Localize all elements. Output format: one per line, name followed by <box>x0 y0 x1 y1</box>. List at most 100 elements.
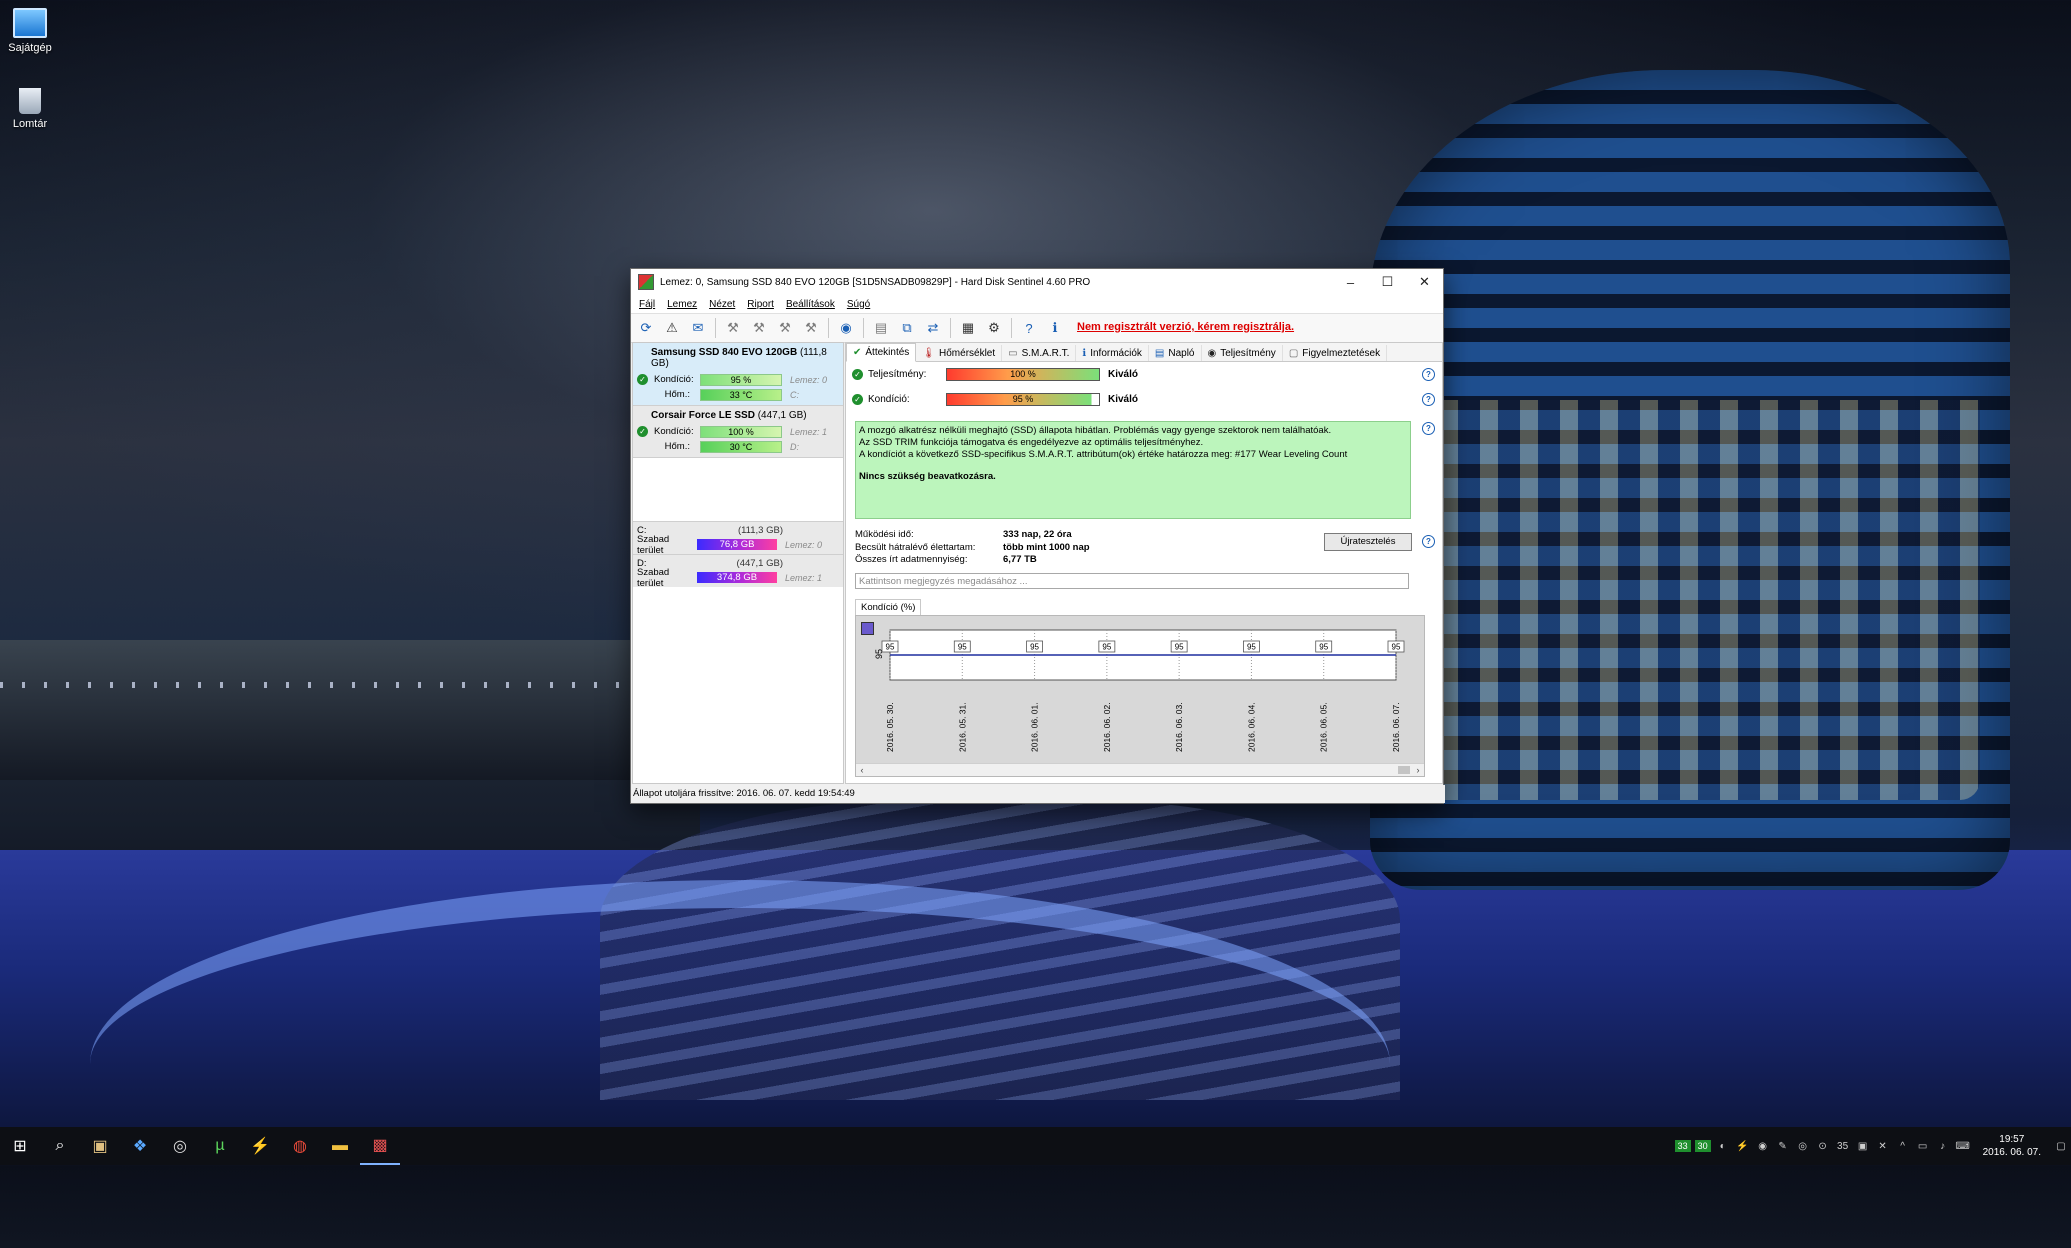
condition-label: Kondíció: <box>868 393 910 405</box>
chart-icon[interactable]: ▦ <box>957 317 979 339</box>
search-icon[interactable]: ⌕ <box>40 1127 80 1165</box>
network-icon[interactable]: ⇄ <box>922 317 944 339</box>
chrome-icon[interactable]: ◍ <box>280 1127 320 1165</box>
tray-app-icon[interactable]: ✎ <box>1774 1127 1792 1165</box>
tab-log[interactable]: ▤ Napló <box>1149 345 1202 361</box>
maximize-button[interactable]: ☐ <box>1369 269 1406 295</box>
chevron-up-icon[interactable]: ^ <box>1894 1127 1912 1165</box>
check-icon: ✔ <box>853 347 862 358</box>
media-icon[interactable]: ◎ <box>160 1127 200 1165</box>
retest-button[interactable]: Újratesztelés <box>1324 533 1412 551</box>
tray-app-icon[interactable]: ✕ <box>1874 1127 1892 1165</box>
scroll-thumb[interactable] <box>1398 766 1410 774</box>
winamp-icon[interactable]: ⚡ <box>240 1127 280 1165</box>
disk-item[interactable]: Corsair Force LE SSD (447,1 GB) ✓ Kondíc… <box>633 406 843 458</box>
menu-disk[interactable]: Lemez <box>663 299 705 310</box>
chart-plot: 9595 95 95 95 95 95 95 952016. 05. 30. 2016. 05.… <box>874 629 1405 752</box>
menu-settings[interactable]: Beállítások <box>782 299 843 310</box>
x-tick-label: 2016. 06. 04. <box>1246 702 1256 752</box>
tray-temp-badge[interactable]: 33 <box>1674 1140 1691 1152</box>
help-icon[interactable]: ? <box>1018 317 1040 339</box>
document-icon[interactable]: ▤ <box>870 317 892 339</box>
network-icon[interactable]: ▭ <box>1914 1127 1932 1165</box>
performance-row: ✓ Teljesítmény: 100 % Kiváló <box>852 367 1138 381</box>
tab-overview[interactable]: ✔ Áttekintés <box>846 343 917 362</box>
refresh-icon[interactable]: ⟳ <box>635 317 657 339</box>
data-label: 95 <box>1247 643 1256 652</box>
extended-test-icon[interactable]: ⚒ <box>800 317 822 339</box>
menu-file[interactable]: Fájl <box>635 299 663 310</box>
desktop-icon-recycle-bin[interactable]: Lomtár <box>0 88 60 130</box>
hd-sentinel-taskbar-icon[interactable]: ▩ <box>360 1127 400 1165</box>
tab-temperature[interactable]: 🌡 Hőmérséklet <box>916 345 1003 361</box>
desktop-icon-computer[interactable]: Sajátgép <box>0 8 60 54</box>
tab-information[interactable]: ℹ Információk <box>1076 345 1149 361</box>
tray-temp-badge[interactable]: 30 <box>1694 1140 1711 1152</box>
report-icon[interactable]: ✉ <box>687 317 709 339</box>
copy-icon[interactable]: ⧉ <box>896 317 918 339</box>
partition-item[interactable]: D: (447,1 GB) Szabad terület 374,8 GB Lem… <box>633 554 843 589</box>
menu-help[interactable]: Súgó <box>843 299 878 310</box>
surface-test-icon[interactable]: ⚒ <box>748 317 770 339</box>
disk-size: (447,1 GB) <box>757 410 807 421</box>
edge-icon[interactable]: ❖ <box>120 1127 160 1165</box>
help-icon[interactable]: ? <box>1422 422 1435 435</box>
menu-view[interactable]: Nézet <box>705 299 743 310</box>
chart-scrollbar[interactable]: ‹ › <box>856 763 1424 776</box>
scroll-left-icon[interactable]: ‹ <box>856 764 868 776</box>
toolbar: ⟳ ⚠ ✉ ⚒ ⚒ ⚒ ⚒ ◉ ▤ ⧉ ⇄ ▦ ⚙ ? ℹ Nem regisz… <box>631 314 1443 343</box>
tray-app-icon[interactable]: ▣ <box>1854 1127 1872 1165</box>
help-icon[interactable]: ? <box>1422 393 1435 406</box>
temp-gauge: 30 °C <box>700 440 782 453</box>
title-bar[interactable]: Lemez: 0, Samsung SSD 840 EVO 120GB [S1D… <box>631 269 1443 295</box>
tray-app-icon[interactable]: ◐ <box>1714 1127 1732 1165</box>
clock[interactable]: 19:57 2016. 06. 07. <box>1973 1133 2051 1159</box>
register-link[interactable]: Nem regisztrált verzió, kérem regisztrál… <box>1077 321 1294 333</box>
chart-tab-condition[interactable]: Kondíció (%) <box>855 599 922 616</box>
data-label: 95 <box>1102 643 1111 652</box>
tray-app-icon[interactable]: ⚡ <box>1734 1127 1752 1165</box>
disk-test-icon[interactable]: ⚒ <box>722 317 744 339</box>
disk-item[interactable]: Samsung SSD 840 EVO 120GB (111,8 GB) ✓ K… <box>633 343 843 406</box>
minimize-button[interactable]: – <box>1332 269 1369 295</box>
temp-gauge: 33 °C <box>700 388 782 401</box>
city-skyline <box>0 640 640 780</box>
tray-app-icon[interactable]: ⊙ <box>1814 1127 1832 1165</box>
tray-app-icon[interactable]: ◉ <box>1754 1127 1772 1165</box>
condition-row: ✓ Kondíció: 95 % Kiváló <box>852 392 1138 406</box>
x-tick-label: 2016. 06. 02. <box>1102 702 1112 752</box>
tab-label: Napló <box>1168 347 1195 359</box>
close-button[interactable]: ✕ <box>1406 269 1443 295</box>
condition-gauge: 100 % <box>700 425 782 438</box>
scroll-right-icon[interactable]: › <box>1412 764 1424 776</box>
explorer-icon[interactable]: ▣ <box>80 1127 120 1165</box>
clock-time: 19:57 <box>1999 1134 2025 1145</box>
help-icon[interactable]: ? <box>1422 368 1435 381</box>
globe-icon[interactable]: ◉ <box>835 317 857 339</box>
short-test-icon[interactable]: ⚒ <box>774 317 796 339</box>
keyboard-icon[interactable]: ⌨ <box>1954 1127 1972 1165</box>
tab-performance[interactable]: ◉ Teljesítmény <box>1202 345 1283 361</box>
fact-label: Összes írt adatmennyiség: <box>855 554 968 565</box>
desktop-icon-label: Lomtár <box>12 118 48 130</box>
folder-icon[interactable]: ▬ <box>320 1127 360 1165</box>
settings-icon[interactable]: ⚙ <box>983 317 1005 339</box>
about-icon[interactable]: ℹ <box>1044 317 1066 339</box>
menu-report[interactable]: Riport <box>743 299 782 310</box>
partition-disk: Lemez: 1 <box>785 572 823 583</box>
tab-alerts[interactable]: ▢ Figyelmeztetések <box>1283 345 1388 361</box>
note-input[interactable]: Kattintson megjegyzés megadásához ... <box>855 573 1409 589</box>
fact-label: Működési idő: <box>855 529 914 540</box>
tab-smart[interactable]: ▭ S.M.A.R.T. <box>1002 345 1077 361</box>
tray-app-icon[interactable]: ◎ <box>1794 1127 1812 1165</box>
tab-bar: ✔ Áttekintés 🌡 Hőmérséklet ▭ S.M.A.R.T. ℹ In… <box>846 343 1442 362</box>
save-icon[interactable] <box>861 622 874 635</box>
partition-item[interactable]: C: (111,3 GB) Szabad terület 76,8 GB Leme… <box>633 521 843 556</box>
help-icon[interactable]: ? <box>1422 535 1435 548</box>
alert-icon[interactable]: ⚠ <box>661 317 683 339</box>
utorrent-icon[interactable]: µ <box>200 1127 240 1165</box>
notifications-icon[interactable]: ▢ <box>2052 1127 2070 1165</box>
start-icon[interactable]: ⊞ <box>0 1127 40 1165</box>
volume-icon[interactable]: ♪ <box>1934 1127 1952 1165</box>
tray-temp-text[interactable]: 35 <box>1834 1127 1852 1165</box>
